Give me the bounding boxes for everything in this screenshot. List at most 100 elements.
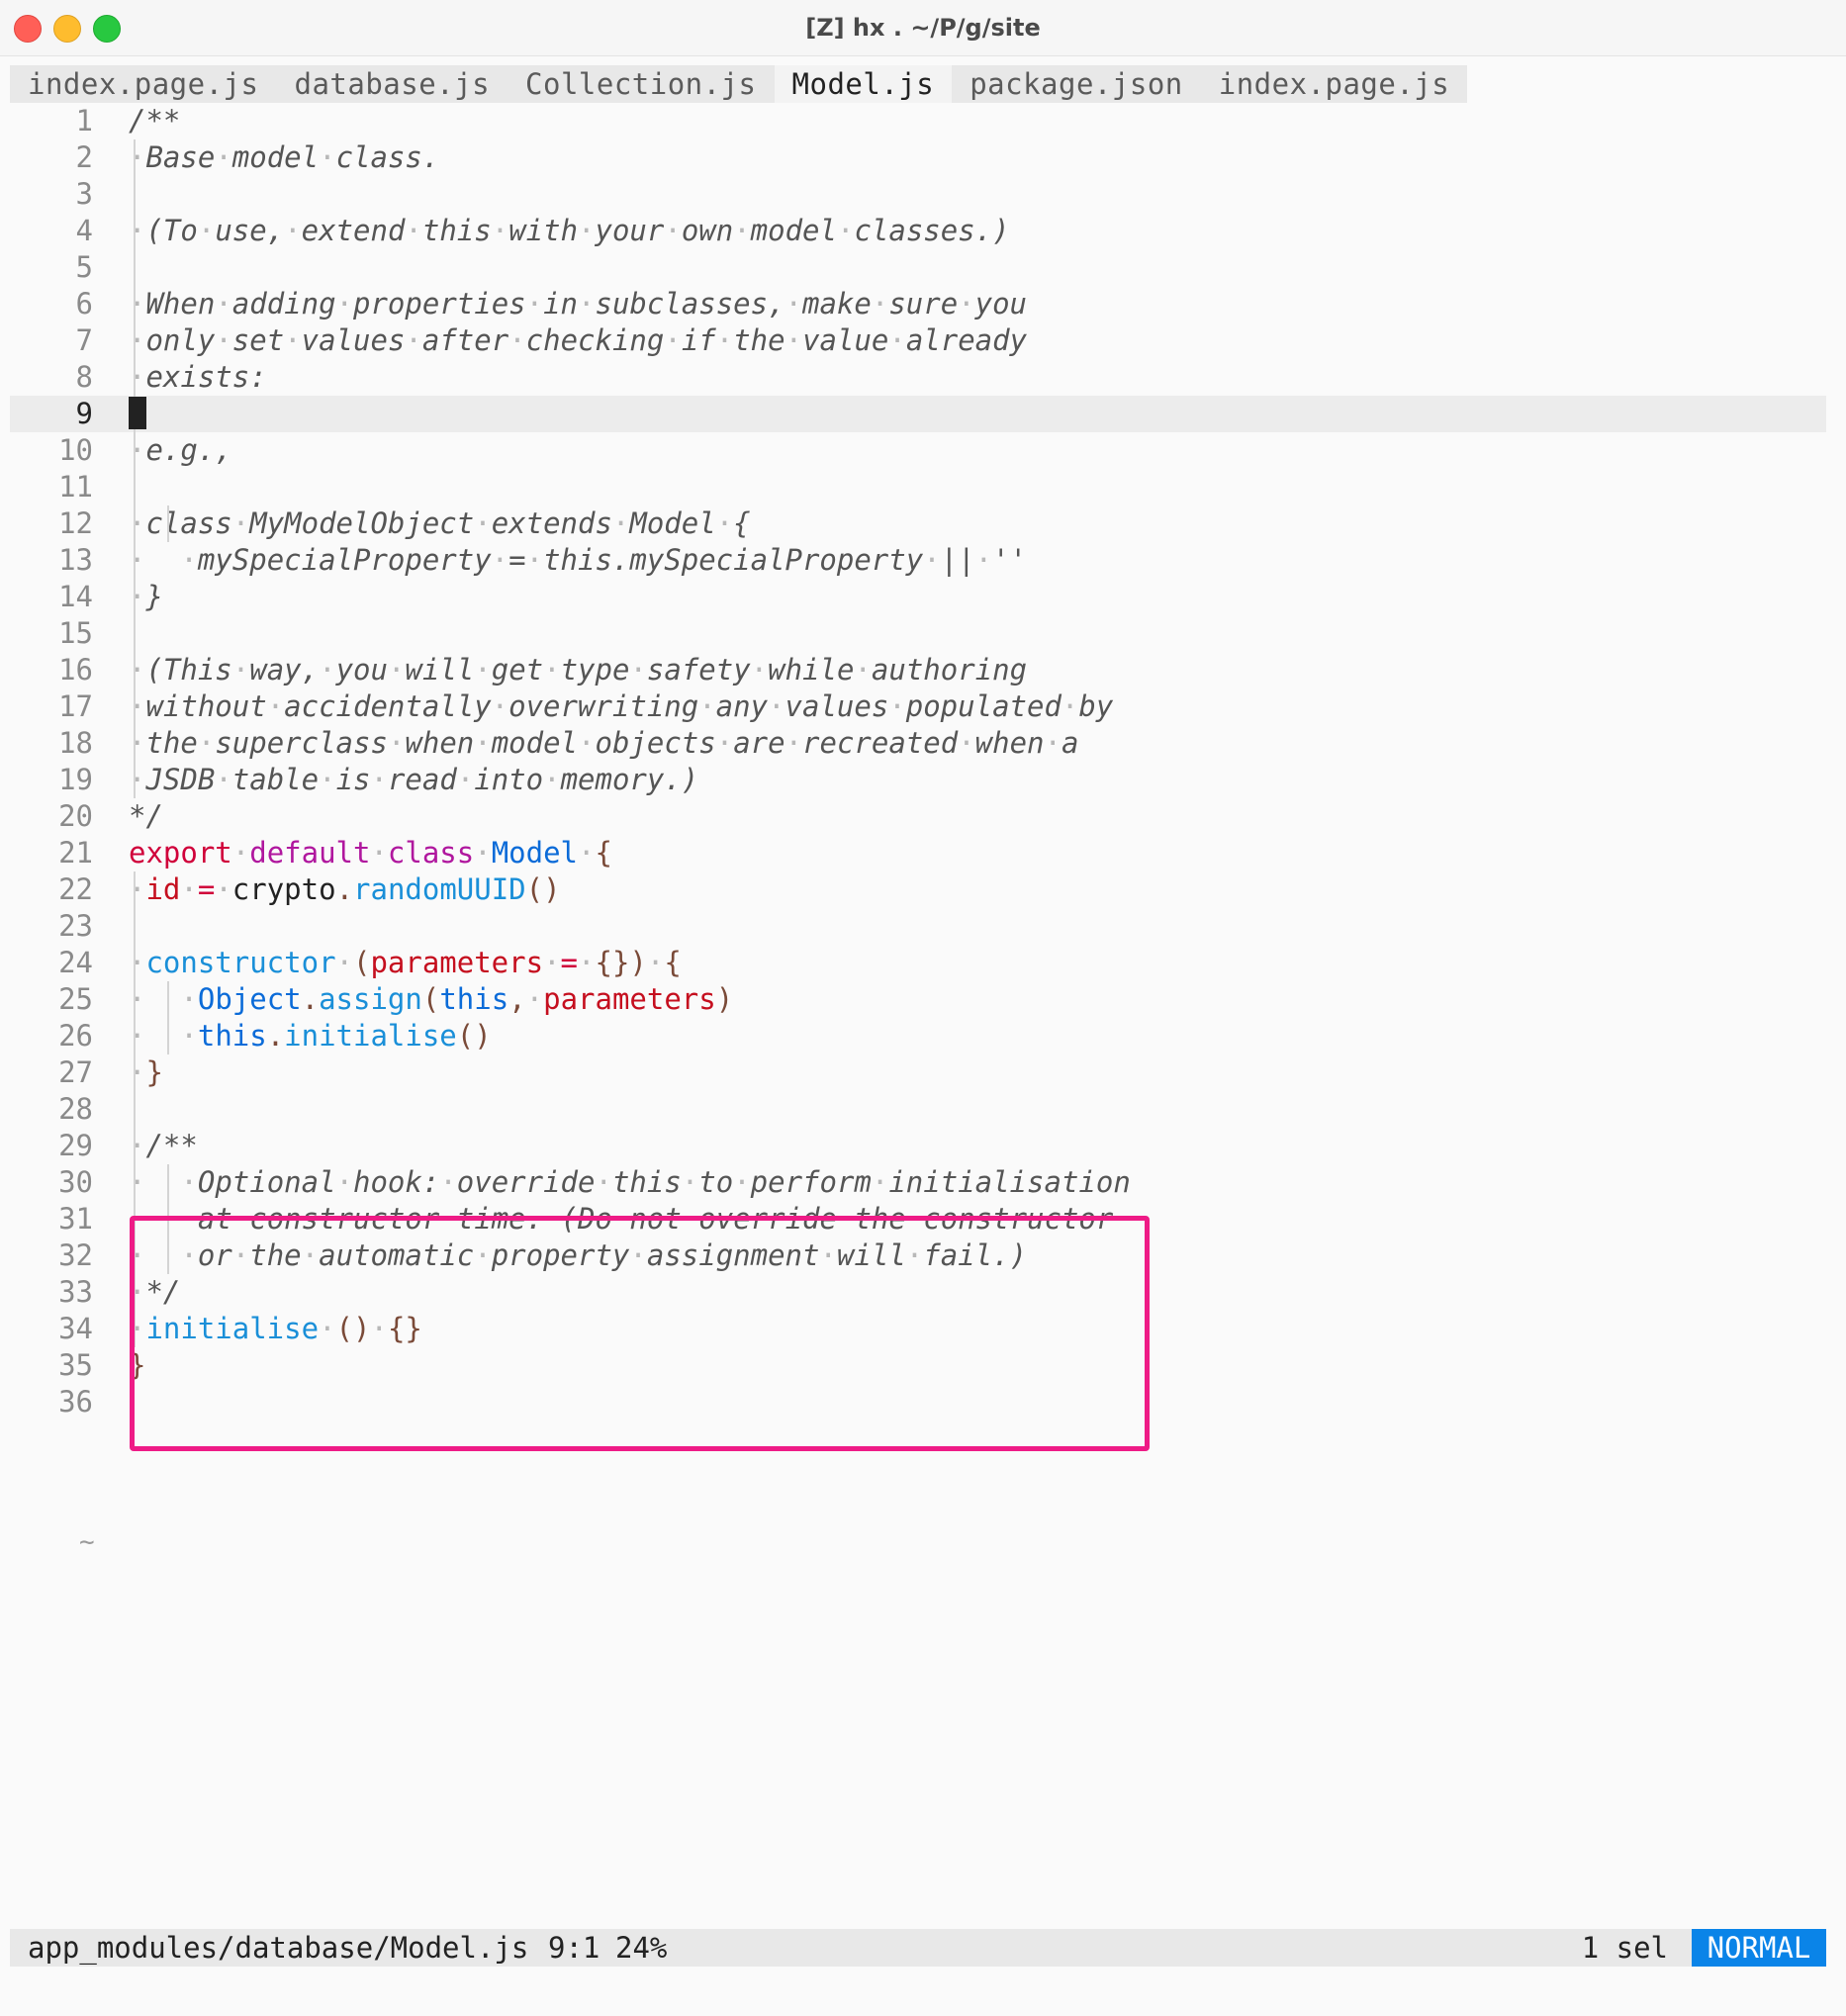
whitespace-marker: · — [180, 1019, 198, 1053]
code-line[interactable]: 15 — [10, 615, 1826, 652]
code-line[interactable]: 24 ·constructor·(parameters·=·{})·{ — [10, 945, 1826, 981]
status-selection-count: 1 sel — [1581, 1931, 1668, 1965]
code-token: only — [145, 323, 216, 357]
whitespace-marker: · — [474, 836, 492, 870]
whitespace-marker: · — [129, 323, 146, 357]
whitespace-marker: · — [387, 653, 406, 687]
line-number: 35 — [58, 1348, 93, 1382]
code-token: extend — [301, 214, 406, 247]
code-line[interactable]: 2 ·Base·model·class. — [10, 139, 1826, 176]
code-token: superclass — [215, 726, 388, 760]
whitespace-marker: · — [543, 946, 561, 979]
code-token: into — [474, 763, 544, 796]
code-line[interactable]: 13 · ·mySpecialProperty·=·this.mySpecialP… — [10, 542, 1826, 579]
whitespace-marker: · — [871, 1165, 889, 1199]
whitespace-marker: · — [405, 214, 422, 247]
whitespace-marker: · — [629, 653, 647, 687]
code-line[interactable]: 8 ·exists: — [10, 359, 1826, 396]
code-token: . — [301, 982, 320, 1016]
code-line[interactable]: 1 /** — [10, 103, 1826, 139]
code-token: perform — [750, 1165, 872, 1199]
code-line[interactable]: 11 — [10, 469, 1826, 505]
status-scroll-percent: 24% — [615, 1931, 668, 1965]
code-token: sure — [888, 287, 959, 321]
code-token: to — [698, 1165, 734, 1199]
code-token: override — [456, 1165, 596, 1199]
whitespace-marker: · — [231, 653, 250, 687]
code-line[interactable]: 7 ·only·set·values·after·checking·if·the·… — [10, 322, 1826, 359]
tab-index-page-js[interactable]: index.page.js — [10, 65, 276, 103]
code-line[interactable]: 9 — [10, 396, 1826, 432]
code-text: ·id·=·crypto.randomUUID() — [129, 871, 561, 908]
code-line[interactable]: 30 · ·Optional·hook:·override·this·to·per… — [10, 1164, 1826, 1201]
code-line[interactable]: 12 ·class·MyModelObject·extends·Model·{ — [10, 505, 1826, 542]
whitespace-marker: · — [129, 140, 146, 174]
whitespace-marker: · — [197, 214, 216, 247]
code-line[interactable]: 21 export·default·class·Model·{ — [10, 835, 1826, 871]
line-number: 6 — [75, 287, 93, 321]
annotation-highlight-box — [130, 1216, 1150, 1451]
code-line[interactable]: 10 ·e.g., — [10, 432, 1826, 469]
line-number: 31 — [58, 1202, 93, 1236]
tab-model-js[interactable]: Model.js — [774, 65, 953, 103]
code-token: || — [940, 543, 975, 577]
whitespace-marker: · — [319, 140, 336, 174]
code-line[interactable]: 26 · ·this.initialise() — [10, 1018, 1826, 1054]
code-line[interactable]: 28 — [10, 1091, 1826, 1128]
code-line[interactable]: 20 */ — [10, 798, 1826, 835]
code-line[interactable]: 25 · ·Object.assign(this,·parameters) — [10, 981, 1826, 1018]
line-number: 32 — [58, 1238, 93, 1272]
tab-database-js[interactable]: database.js — [276, 65, 508, 103]
whitespace-marker: · — [439, 1165, 457, 1199]
code-line[interactable]: 14 ·} — [10, 579, 1826, 615]
whitespace-marker: · — [129, 1055, 146, 1089]
code-token: properties — [353, 287, 526, 321]
line-number: 9 — [75, 397, 93, 430]
tab-package-json[interactable]: package.json — [952, 65, 1201, 103]
code-line[interactable]: 6 ·When·adding·properties·in·subclasses,·… — [10, 286, 1826, 322]
tab-collection-js[interactable]: Collection.js — [508, 65, 774, 103]
code-line[interactable]: 18 ·the·superclass·when·model·objects·are… — [10, 725, 1826, 762]
code-line[interactable]: 27 ·} — [10, 1054, 1826, 1091]
whitespace-marker: · — [180, 1165, 198, 1199]
whitespace-marker: · — [180, 543, 198, 577]
code-line[interactable]: 16 ·(This·way,·you·will·get·type·safety·w… — [10, 652, 1826, 688]
code-line[interactable]: 29 ·/** — [10, 1128, 1826, 1164]
code-token: checking — [525, 323, 665, 357]
line-number: 21 — [58, 836, 93, 870]
code-token: your — [595, 214, 665, 247]
code-line[interactable]: 19 ·JSDB·table·is·read·into·memory.) — [10, 762, 1826, 798]
whitespace-marker: · — [854, 653, 872, 687]
code-token: authoring — [871, 653, 1028, 687]
tab-index-page-js-2[interactable]: index.page.js — [1201, 65, 1467, 103]
code-text: ·exists: — [129, 359, 267, 396]
code-token: will — [405, 653, 475, 687]
code-token: (This — [145, 653, 232, 687]
whitespace-marker — [145, 543, 180, 577]
code-token: Model — [629, 506, 716, 540]
whitespace-marker: · — [525, 982, 544, 1016]
code-line[interactable]: 17 ·without·accidentally·overwriting·any·… — [10, 688, 1826, 725]
code-line[interactable]: 4 ·(To·use,·extend·this·with·your·own·mod… — [10, 213, 1826, 249]
whitespace-marker: · — [543, 653, 561, 687]
whitespace-marker — [145, 1165, 180, 1199]
line-number: 30 — [58, 1165, 93, 1199]
code-token: this — [421, 214, 492, 247]
line-number: 19 — [58, 763, 93, 796]
code-line[interactable]: 5 — [10, 249, 1826, 286]
code-token: values — [301, 323, 406, 357]
code-line[interactable]: 3 — [10, 176, 1826, 213]
line-number: 13 — [58, 543, 93, 577]
code-text: /** — [129, 103, 180, 139]
line-number: 26 — [58, 1019, 93, 1053]
code-line[interactable]: 23 — [10, 908, 1826, 945]
line-number: 3 — [75, 177, 93, 211]
code-line[interactable]: 22 ·id·=·crypto.randomUUID() — [10, 871, 1826, 908]
code-token: get — [491, 653, 544, 687]
line-number: 22 — [58, 872, 93, 906]
status-cursor-position: 9:1 — [548, 1931, 600, 1965]
whitespace-marker: · — [646, 946, 665, 979]
whitespace-marker: · — [129, 763, 146, 796]
code-editor[interactable]: 36 35} 34 ·initialise·()·{} 33 ·*/32 · ·or·the… — [10, 103, 1826, 1929]
code-token: (To — [145, 214, 198, 247]
